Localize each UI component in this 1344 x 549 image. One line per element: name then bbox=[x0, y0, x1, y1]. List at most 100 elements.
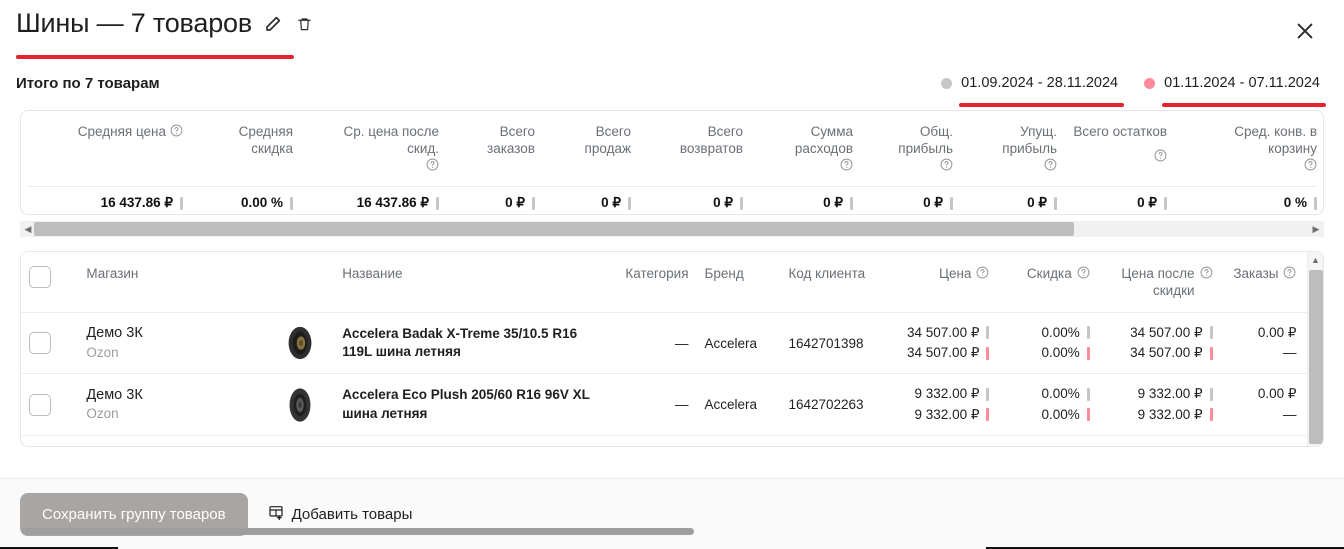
column-header-category[interactable]: Категория bbox=[609, 252, 697, 312]
value-text: 34 507.00 ₽ bbox=[1130, 343, 1202, 363]
table-row[interactable]: Демо 3К Ozon Accelera Badak X-Treme 35/1… bbox=[21, 312, 1323, 374]
table-vertical-scrollbar[interactable]: ▲ bbox=[1307, 252, 1323, 446]
legend-accent-bar-2 bbox=[1162, 103, 1326, 107]
column-header-shop[interactable]: Магазин bbox=[78, 252, 272, 312]
pencil-icon[interactable] bbox=[262, 13, 284, 35]
value-primary: 34 507.00 ₽ bbox=[891, 323, 990, 343]
help-icon[interactable] bbox=[1154, 149, 1167, 167]
column-header-orders[interactable]: Заказы bbox=[1221, 252, 1305, 312]
row-brand-cell: Accelera bbox=[697, 312, 781, 374]
column-label: Код клиента bbox=[788, 266, 865, 281]
metric-value-cell: 0 ₽ 0 ₽ bbox=[753, 187, 863, 215]
column-label: Скидка bbox=[1027, 266, 1072, 283]
legend-item-period-1[interactable]: 01.09.2024 - 28.11.2024 bbox=[941, 75, 1118, 91]
column-header-code[interactable]: Код клиента bbox=[780, 252, 882, 312]
value-text: 0.00 ₽ bbox=[1258, 384, 1297, 404]
select-all-checkbox[interactable] bbox=[29, 266, 51, 288]
trash-icon[interactable] bbox=[294, 13, 316, 35]
table-row[interactable]: Демо 3К Ozon Accelera Eco Plush 205/60 R… bbox=[21, 374, 1323, 436]
metric-value-secondary: 0 ₽ bbox=[1073, 214, 1167, 215]
metric-value-cell: 0 ₽ 0 ₽ bbox=[963, 187, 1067, 215]
column-header-image bbox=[273, 252, 334, 312]
value-secondary: 0.00% bbox=[1005, 405, 1089, 425]
metric-value-text: 0 ₽ bbox=[1137, 214, 1157, 215]
row-brand-cell: Accelera bbox=[697, 435, 781, 447]
metric-value-primary: 0 % bbox=[1183, 193, 1317, 214]
metric-value-text: 0 ₽ bbox=[1027, 214, 1047, 215]
period-bar-grey bbox=[290, 197, 293, 210]
metric-header: Всего возвратов bbox=[641, 111, 753, 186]
help-icon[interactable] bbox=[1200, 266, 1213, 284]
summary-metrics-card: Средняя цена Средняя скидка Ср. цена пос… bbox=[20, 110, 1324, 215]
help-icon[interactable] bbox=[1044, 158, 1057, 176]
summary-subbar: Итого по 7 товарам 01.09.2024 - 28.11.20… bbox=[0, 60, 1344, 102]
table-row[interactable]: Демо 3К Ozon Accelera Iota St-68 215/60 … bbox=[21, 435, 1323, 447]
value-text: 9 332.00 ₽ bbox=[1138, 405, 1203, 425]
category-value: — bbox=[675, 336, 689, 351]
metric-value-text: 0.00 % bbox=[241, 193, 283, 214]
client-code-value: 1642702263 bbox=[788, 397, 863, 412]
value-text: 0.00% bbox=[1041, 343, 1079, 363]
metric-header-label: Упущ. прибыль bbox=[969, 124, 1057, 158]
column-header-price-after-discount[interactable]: Цена после скидки bbox=[1098, 252, 1221, 312]
metric-header-label: Ср. цена после скид. bbox=[309, 124, 439, 158]
metric-value-primary: 0 ₽ bbox=[647, 193, 743, 214]
shop-name: Демо 3К bbox=[86, 324, 264, 344]
period-bar-pink bbox=[1210, 347, 1213, 360]
help-icon[interactable] bbox=[426, 158, 439, 176]
metric-value-cell: 16 437.86 ₽ 16 437.86 ₽ bbox=[27, 187, 193, 215]
help-icon[interactable] bbox=[1304, 158, 1317, 176]
summary-subtitle: Итого по 7 товарам bbox=[16, 75, 160, 92]
period-bar-pink bbox=[1087, 408, 1090, 421]
row-code-cell: 1642702227 bbox=[780, 435, 882, 447]
period-bar-grey bbox=[180, 197, 183, 210]
brand-value: Accelera bbox=[705, 397, 758, 412]
row-price-after-cell: 34 507.00 ₽ 34 507.00 ₽ bbox=[1098, 312, 1221, 374]
column-header-brand[interactable]: Бренд bbox=[697, 252, 781, 312]
metric-header-label: Всего возвратов bbox=[647, 124, 743, 158]
help-icon[interactable] bbox=[840, 158, 853, 176]
close-icon[interactable] bbox=[1290, 16, 1320, 46]
vertical-scrollbar-thumb[interactable] bbox=[1309, 270, 1323, 444]
row-orders-cell: 0.00 ₽ — bbox=[1221, 374, 1305, 436]
modal-footer: Сохранить группу товаров Добавить товары bbox=[0, 478, 1344, 549]
help-icon[interactable] bbox=[170, 124, 183, 142]
value-text: 9 332.00 ₽ bbox=[1138, 384, 1203, 404]
metric-header: Средняя скидка bbox=[193, 111, 303, 186]
page-horizontal-scrollbar[interactable] bbox=[22, 528, 694, 535]
metric-header: Упущ. прибыль bbox=[963, 111, 1067, 186]
metric-value-primary: 16 437.86 ₽ bbox=[309, 193, 439, 214]
row-checkbox[interactable] bbox=[29, 332, 51, 354]
column-header-name[interactable]: Название bbox=[334, 252, 608, 312]
scrollbar-thumb[interactable] bbox=[34, 222, 1074, 236]
date-range-legend: 01.09.2024 - 28.11.2024 01.11.2024 - 07.… bbox=[941, 75, 1320, 91]
legend-item-period-2[interactable]: 01.11.2024 - 07.11.2024 bbox=[1144, 75, 1320, 91]
row-category-cell: — bbox=[609, 312, 697, 374]
value-secondary: 34 507.00 ₽ bbox=[1106, 343, 1213, 363]
metric-value-secondary: 0 ₽ bbox=[647, 214, 743, 215]
metric-value-text: 0 ₽ bbox=[601, 214, 621, 215]
metric-header: Средняя цена bbox=[27, 111, 193, 186]
row-price-cell: 9 332.00 ₽ 9 332.00 ₽ bbox=[883, 374, 998, 436]
scroll-right-arrow-icon[interactable]: ▶ bbox=[1308, 221, 1324, 237]
scroll-up-arrow-icon[interactable]: ▲ bbox=[1308, 252, 1323, 268]
metric-value-secondary: 0 % bbox=[1183, 214, 1317, 215]
column-header-price[interactable]: Цена bbox=[883, 252, 998, 312]
period-bar-grey bbox=[986, 326, 989, 339]
column-header-discount[interactable]: Скидка bbox=[997, 252, 1097, 312]
row-select-cell bbox=[21, 312, 78, 374]
help-icon[interactable] bbox=[976, 266, 989, 284]
help-icon[interactable] bbox=[940, 158, 953, 176]
metric-value-text: 0 ₽ bbox=[601, 193, 621, 214]
metric-header: Сред. конв. в корзину bbox=[1177, 111, 1324, 186]
add-products-label: Добавить товары bbox=[292, 506, 413, 523]
period-bar-pink bbox=[1087, 347, 1090, 360]
value-text: 0.00% bbox=[1041, 323, 1079, 343]
help-icon[interactable] bbox=[1283, 266, 1296, 284]
help-icon[interactable] bbox=[1077, 266, 1090, 284]
metrics-horizontal-scrollbar[interactable]: ◀ ▶ bbox=[20, 221, 1324, 237]
metric-value-primary: 0 ₽ bbox=[455, 193, 535, 214]
row-checkbox[interactable] bbox=[29, 394, 51, 416]
product-thumbnail-icon bbox=[281, 324, 319, 362]
row-price-cell: 11 767.00 ₽ bbox=[883, 435, 998, 447]
